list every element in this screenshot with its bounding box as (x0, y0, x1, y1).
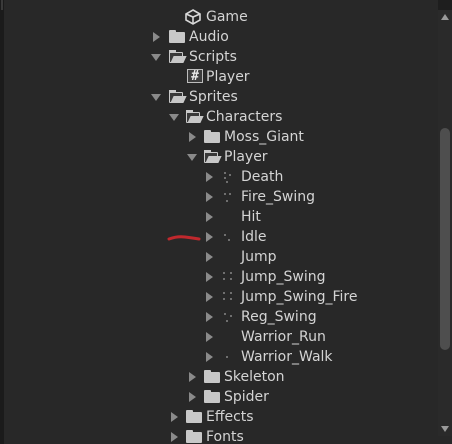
sprite-icon (222, 350, 238, 364)
tree-row-fonts[interactable]: Fonts (0, 427, 438, 444)
tree-row-characters[interactable]: Characters (0, 107, 438, 127)
tree-row-jump[interactable]: Jump (0, 247, 438, 267)
tree-row-label: Skeleton (224, 369, 285, 385)
folder-icon (169, 30, 185, 44)
tree-row-sprites[interactable]: Sprites (0, 87, 438, 107)
tree-row-label: Player (206, 69, 250, 85)
sprite-icon (222, 310, 238, 324)
expand-arrow-icon[interactable] (171, 412, 178, 422)
tree-row-reg-swing[interactable]: Reg_Swing (0, 307, 438, 327)
tree-row-label: Moss_Giant (224, 129, 304, 145)
project-hierarchy-panel: Game Audio Scripts # Player Sprites Char… (0, 0, 452, 444)
tree-row-label: Jump_Swing_Fire (241, 289, 358, 305)
tree-row-label: Sprites (189, 89, 238, 105)
tree-row-label: Jump_Swing (241, 269, 326, 285)
tree-row-player-folder[interactable]: Player (0, 147, 438, 167)
sprite-icon (222, 170, 238, 184)
tree-row-idle[interactable]: Idle (0, 227, 438, 247)
expand-arrow-icon[interactable] (206, 312, 213, 322)
tree-row-label: Death (241, 169, 284, 185)
tree-row-fire-swing[interactable]: Fire_Swing (0, 187, 438, 207)
tree-row-label: Idle (241, 229, 267, 245)
tree-row-label: Audio (189, 29, 229, 45)
collapse-arrow-icon[interactable] (151, 94, 161, 101)
folder-icon (204, 390, 220, 404)
tree-row-jump-swing[interactable]: Jump_Swing (0, 267, 438, 287)
expand-arrow-icon[interactable] (206, 272, 213, 282)
tree-row-warrior-run[interactable]: Warrior_Run (0, 327, 438, 347)
tree-row-label: Scripts (189, 49, 237, 65)
expand-arrow-icon[interactable] (189, 132, 196, 142)
expand-arrow-icon[interactable] (206, 332, 213, 342)
sprite-icon (222, 190, 238, 204)
folder-open-icon (204, 150, 222, 164)
tree-row-label: Jump (241, 249, 277, 265)
tree-row-label: Player (224, 149, 268, 165)
tree-row-label: Warrior_Walk (241, 349, 333, 365)
expand-arrow-icon[interactable] (189, 392, 196, 402)
collapse-arrow-icon[interactable] (151, 54, 161, 61)
tree-row-label: Characters (206, 109, 283, 125)
collapse-arrow-icon[interactable] (187, 154, 197, 161)
tree-row-jump-swing-fire[interactable]: Jump_Swing_Fire (0, 287, 438, 307)
expand-arrow-icon[interactable] (206, 212, 213, 222)
tree-row-moss-giant[interactable]: Moss_Giant (0, 127, 438, 147)
tree-row-skeleton[interactable]: Skeleton (0, 367, 438, 387)
tree-row-label: Fonts (206, 429, 244, 444)
expand-arrow-icon[interactable] (206, 252, 213, 262)
red-annotation-mark (167, 235, 201, 241)
tree-row-spider[interactable]: Spider (0, 387, 438, 407)
tree-row-warrior-walk[interactable]: Warrior_Walk (0, 347, 438, 367)
sprite-icon (222, 330, 238, 344)
sprite-icon (222, 230, 238, 244)
tree-row-player-script[interactable]: # Player (0, 67, 438, 87)
scrollbar-thumb[interactable] (440, 128, 450, 350)
tree-row-effects[interactable]: Effects (0, 407, 438, 427)
expand-arrow-icon[interactable] (206, 232, 213, 242)
folder-open-icon (186, 110, 204, 124)
sprite-icon (222, 250, 238, 264)
tree-row-label: Effects (206, 409, 254, 425)
tree-row-audio[interactable]: Audio (0, 27, 438, 47)
scroll-up-arrow-icon[interactable] (441, 14, 449, 20)
expand-arrow-icon[interactable] (206, 292, 213, 302)
expand-arrow-icon[interactable] (189, 372, 196, 382)
tree-row-label: Spider (224, 389, 269, 405)
expand-arrow-icon[interactable] (206, 172, 213, 182)
folder-open-icon (169, 50, 187, 64)
folder-open-icon (169, 90, 187, 104)
tree-row-label: Game (206, 9, 248, 25)
unity-scene-icon (185, 9, 201, 25)
expand-arrow-icon[interactable] (171, 432, 178, 442)
scroll-down-arrow-icon[interactable] (441, 426, 449, 432)
expand-arrow-icon[interactable] (153, 32, 160, 42)
tree-row-death[interactable]: Death (0, 167, 438, 187)
sprite-icon (222, 290, 238, 304)
folder-icon (204, 130, 220, 144)
sprite-icon (222, 270, 238, 284)
expand-arrow-icon[interactable] (206, 192, 213, 202)
expand-arrow-icon[interactable] (206, 352, 213, 362)
collapse-arrow-icon[interactable] (169, 114, 179, 121)
vertical-scrollbar[interactable] (438, 10, 452, 436)
folder-icon (186, 430, 202, 444)
tree-row-game[interactable]: Game (0, 7, 438, 27)
tree-row-label: Warrior_Run (241, 329, 326, 345)
sprite-icon (222, 210, 238, 224)
tree-row-hit[interactable]: Hit (0, 207, 438, 227)
tree-row-label: Fire_Swing (241, 189, 315, 205)
tree-row-scripts[interactable]: Scripts (0, 47, 438, 67)
top-right-corner (438, 0, 452, 10)
script-hash-icon: # (187, 69, 203, 84)
tree-row-label: Reg_Swing (241, 309, 317, 325)
folder-icon (186, 410, 202, 424)
folder-icon (204, 370, 220, 384)
tree-row-label: Hit (241, 209, 261, 225)
